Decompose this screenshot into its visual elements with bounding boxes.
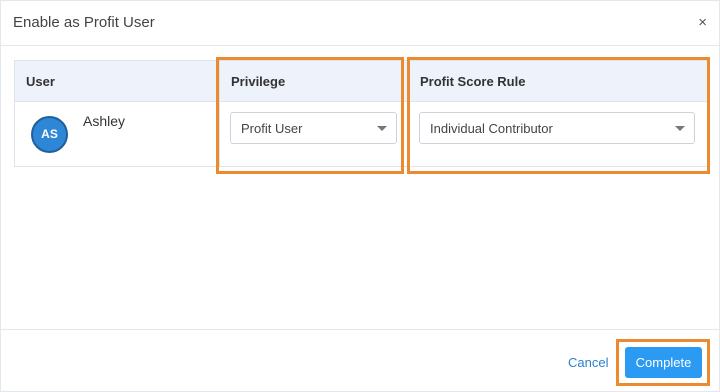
- user-privilege-table: User Privilege Profit Score Rule AS Ashl…: [14, 60, 708, 167]
- chevron-down-icon: [675, 126, 685, 131]
- column-header-profit-score-rule: Profit Score Rule: [420, 74, 526, 89]
- column-divider: [219, 61, 220, 166]
- column-header-privilege: Privilege: [231, 74, 286, 89]
- profit-score-rule-select[interactable]: Individual Contributor: [419, 112, 695, 144]
- column-header-user: User: [26, 74, 55, 89]
- profit-score-rule-select-value: Individual Contributor: [430, 121, 553, 136]
- table-header: User Privilege Profit Score Rule: [15, 61, 707, 102]
- close-icon[interactable]: ×: [698, 15, 707, 30]
- dialog-header: Enable as Profit User ×: [1, 1, 719, 46]
- privilege-select[interactable]: Profit User: [230, 112, 397, 144]
- cancel-button[interactable]: Cancel: [568, 355, 608, 370]
- avatar: AS: [31, 116, 68, 153]
- user-name: Ashley: [83, 113, 126, 129]
- complete-button[interactable]: Complete: [625, 347, 702, 378]
- column-divider: [408, 61, 409, 166]
- chevron-down-icon: [377, 126, 387, 131]
- enable-profit-user-dialog: Enable as Profit User × User Privilege P…: [0, 0, 720, 392]
- privilege-select-value: Profit User: [241, 121, 303, 136]
- dialog-title: Enable as Profit User: [13, 14, 155, 31]
- dialog-footer: Cancel Complete: [1, 329, 719, 392]
